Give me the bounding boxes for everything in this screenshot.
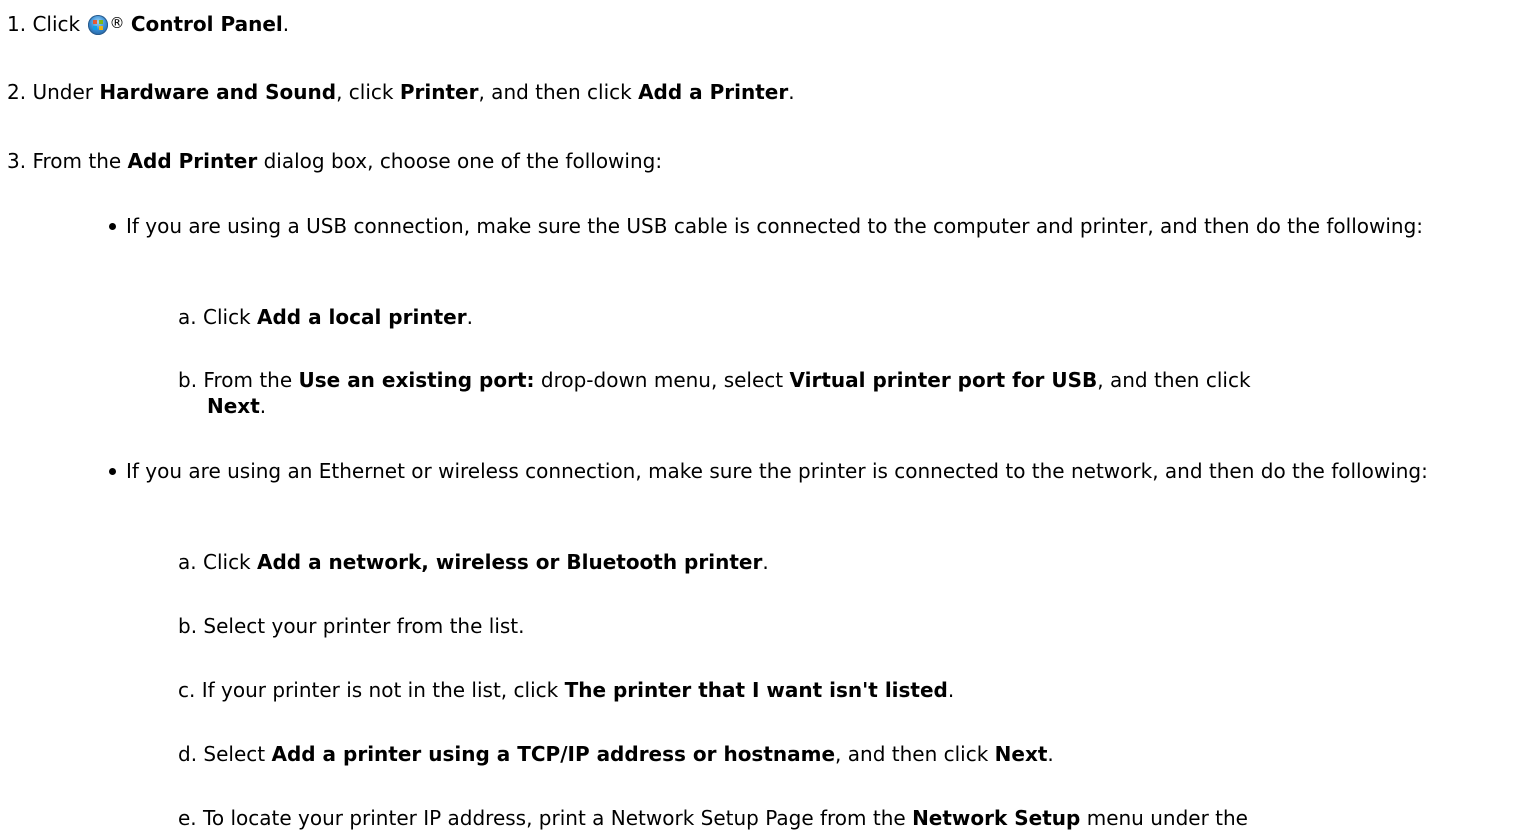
step-number: 2. <box>7 80 27 104</box>
usb-step-b-cont: Next. <box>207 392 266 420</box>
substep-letter: d. <box>178 742 198 766</box>
punct: . <box>1047 742 1054 766</box>
bullet-icon <box>109 223 116 230</box>
step-text: From the <box>203 368 299 392</box>
usb-bullet-text: If you are using a USB connection, make … <box>126 214 1424 238</box>
step-text: dialog box, choose one of the following: <box>257 149 663 173</box>
step-text: menu under the <box>1080 806 1248 830</box>
next-label: Next <box>994 742 1048 766</box>
usb-step-a: a. Click Add a local printer. <box>178 303 473 331</box>
network-bullet-text: If you are using an Ethernet or wireless… <box>126 459 1428 483</box>
add-printer-dialog-label: Add Printer <box>127 149 258 173</box>
hardware-and-sound-label: Hardware and Sound <box>99 80 337 104</box>
step-1: 1. Click ® Control Panel. <box>7 9 289 38</box>
net-step-c: c. If your printer is not in the list, c… <box>178 676 954 704</box>
step-text: , and then click <box>835 742 995 766</box>
step-text: drop-down menu, select <box>534 368 790 392</box>
net-step-e: e. To locate your printer IP address, pr… <box>178 804 1248 832</box>
step-text: , and then click <box>1097 368 1251 392</box>
control-panel-label: Control Panel <box>130 12 283 36</box>
substep-letter: c. <box>178 678 196 702</box>
punct: . <box>788 80 795 104</box>
step-3: 3. From the Add Printer dialog box, choo… <box>7 147 662 175</box>
add-network-printer-label: Add a network, wireless or Bluetooth pri… <box>257 550 763 574</box>
net-step-a: a. Click Add a network, wireless or Blue… <box>178 548 769 576</box>
net-step-b: b. Select your printer from the list. <box>178 612 525 640</box>
step-number: 1. <box>7 12 27 36</box>
substep-letter: a. <box>178 550 197 574</box>
step-text: Click <box>32 12 87 36</box>
step-text: Click <box>202 305 257 329</box>
network-setup-label: Network Setup <box>912 806 1081 830</box>
step-text: To locate your printer IP address, print… <box>203 806 913 830</box>
substep-letter: a. <box>178 305 197 329</box>
step-text: Click <box>202 550 257 574</box>
punct: . <box>466 305 473 329</box>
punct: . <box>762 550 769 574</box>
registered-mark: ® <box>109 14 125 32</box>
printer-label: Printer <box>399 80 479 104</box>
next-label: Next <box>207 394 260 418</box>
step-text: If your printer is not in the list, clic… <box>201 678 565 702</box>
windows-start-orb-icon <box>88 15 109 35</box>
step-text: Select your printer from the list. <box>203 614 525 638</box>
printer-not-listed-label: The printer that I want isn't listed <box>564 678 948 702</box>
step-text: Under <box>32 80 100 104</box>
substep-letter: b. <box>178 368 198 392</box>
substep-letter: e. <box>178 806 197 830</box>
add-local-printer-label: Add a local printer <box>257 305 467 329</box>
punct: . <box>282 12 290 36</box>
step-text: , and then click <box>478 80 639 104</box>
tcp-ip-option-label: Add a printer using a TCP/IP address or … <box>271 742 836 766</box>
substep-letter: b. <box>178 614 198 638</box>
step-number: 3. <box>7 149 27 173</box>
punct: . <box>259 394 267 418</box>
step-text: Select <box>203 742 272 766</box>
step-text: , click <box>336 80 400 104</box>
punct: . <box>947 678 955 702</box>
add-a-printer-label: Add a Printer <box>638 80 789 104</box>
bullet-icon <box>109 468 116 475</box>
use-existing-port-label: Use an existing port: <box>298 368 535 392</box>
step-text: From the <box>32 149 128 173</box>
usb-step-b: b. From the Use an existing port: drop-d… <box>178 366 1251 394</box>
net-step-d: d. Select Add a printer using a TCP/IP a… <box>178 740 1054 768</box>
virtual-printer-port-label: Virtual printer port for USB <box>789 368 1098 392</box>
step-2: 2. Under Hardware and Sound, click Print… <box>7 78 795 106</box>
